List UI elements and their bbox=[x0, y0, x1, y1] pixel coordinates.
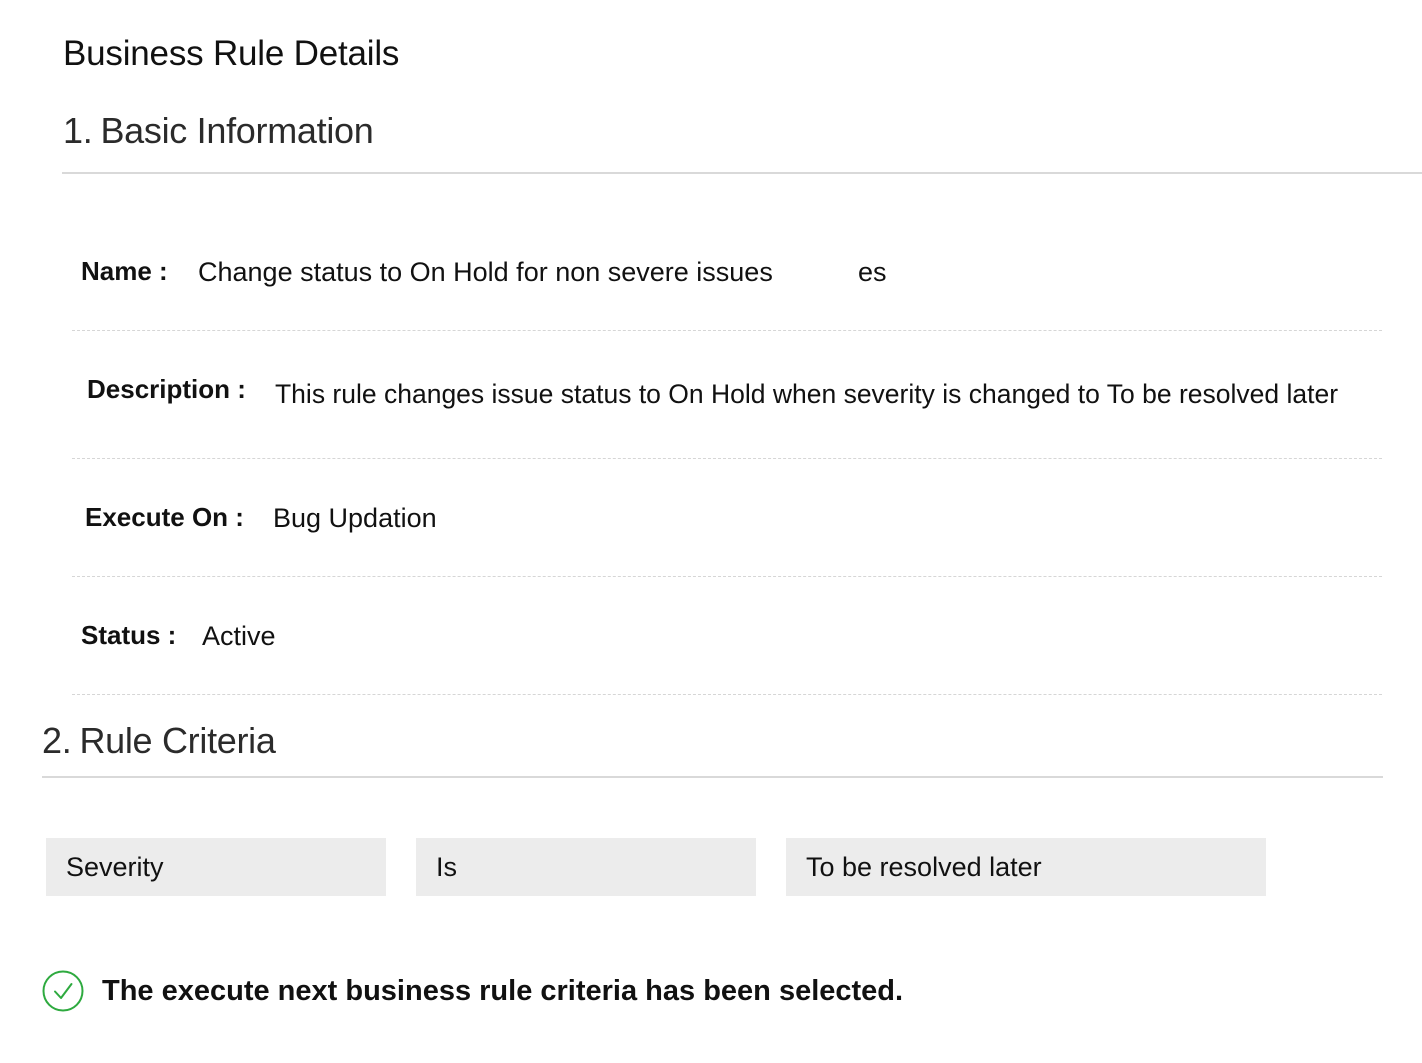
criteria-field-select[interactable]: Severity bbox=[46, 838, 386, 896]
description-label: Description : bbox=[87, 374, 246, 404]
description-value: This rule changes issue status to On Hol… bbox=[275, 379, 1339, 409]
name-value-fragment: es bbox=[858, 257, 887, 287]
name-label: Name : bbox=[81, 256, 168, 286]
row-divider bbox=[72, 330, 1382, 331]
section-divider bbox=[62, 172, 1422, 174]
row-divider bbox=[72, 576, 1382, 577]
criteria-operator-select[interactable]: Is bbox=[416, 838, 756, 896]
execute-on-value: Bug Updation bbox=[273, 503, 437, 533]
section-number: 2. bbox=[42, 720, 72, 761]
status-value: Active bbox=[202, 621, 276, 651]
criteria-value-select[interactable]: To be resolved later bbox=[786, 838, 1266, 896]
section-title: Basic Information bbox=[100, 110, 374, 151]
execute-on-label: Execute On : bbox=[85, 502, 244, 532]
section-divider bbox=[42, 776, 1383, 778]
section-title: Rule Criteria bbox=[79, 720, 276, 761]
rule-criteria-heading: 2. Rule Criteria bbox=[42, 720, 276, 762]
check-circle-icon bbox=[42, 970, 84, 1012]
row-divider bbox=[72, 694, 1382, 695]
name-value: Change status to On Hold for non severe … bbox=[198, 257, 773, 287]
section-number: 1. bbox=[63, 110, 93, 151]
execute-next-notice: The execute next business rule criteria … bbox=[42, 970, 903, 1012]
status-label: Status : bbox=[81, 620, 177, 650]
basic-information-heading: 1. Basic Information bbox=[63, 110, 374, 152]
page-title: Business Rule Details bbox=[63, 34, 400, 73]
notice-text: The execute next business rule criteria … bbox=[102, 974, 904, 1007]
row-divider bbox=[72, 458, 1382, 459]
